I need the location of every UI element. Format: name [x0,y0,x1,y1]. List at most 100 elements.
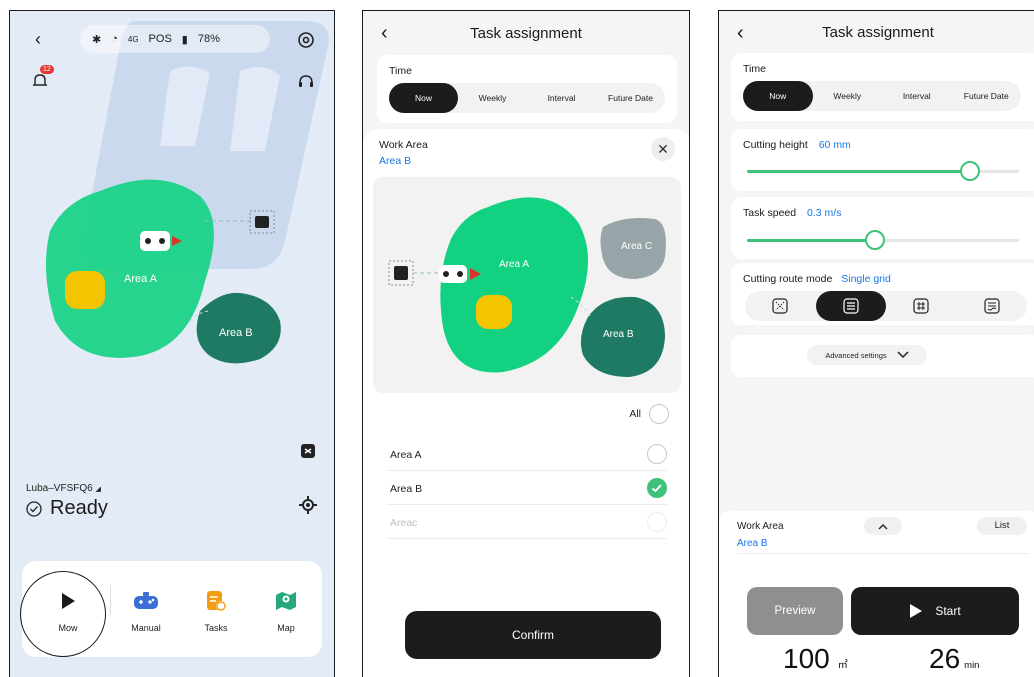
area-row-c[interactable]: Areac [387,505,667,539]
area-row-a[interactable]: Area A [387,437,667,471]
time-option-interval[interactable]: Interval [882,81,952,111]
preview-button[interactable]: Preview [747,587,843,635]
time-unit: min [964,660,980,671]
area-map[interactable]: Area A Area C Area B [373,177,681,393]
battery-level: 78% [197,33,220,45]
time-option-interval[interactable]: Interval [527,83,596,113]
cutting-height-slider-handle[interactable] [960,161,981,181]
pos-indicator: POS [148,33,172,45]
tab-map[interactable]: Map [256,587,316,633]
time-option-future-date[interactable]: Future Date [952,81,1022,111]
time-value: 26 [929,643,961,674]
map-label-area-c: Area C [621,241,653,252]
time-option-now[interactable]: Now [743,81,813,111]
cutting-height-fill [747,170,971,173]
cutting-height-value: 60 mm [818,139,851,151]
tab-tasks[interactable]: Tasks [186,587,246,633]
time-label: Time [389,65,412,77]
single-grid-icon[interactable] [815,291,886,321]
random-pattern-icon[interactable] [745,291,816,321]
work-area-label: Work Area [379,139,428,151]
check-circle-icon [26,500,42,517]
play-icon [910,604,923,618]
route-mode-selector [745,291,1027,321]
time-option-weekly[interactable]: Weekly [458,83,527,113]
network-signal: 4G [127,34,139,44]
time-selector: Now Weekly Interval Future Date [743,81,1021,111]
status-bar: ✱ ◔ 4G POS ▮ 78% [80,25,270,53]
support-headset-icon[interactable] [295,71,317,93]
time-option-weekly[interactable]: Weekly [813,81,883,111]
task-speed-value: 0.3 m/s [807,207,842,219]
locate-icon[interactable] [296,493,320,517]
notification-badge: 12 [40,65,54,74]
time-selector: Now Weekly Interval Future Date [389,83,665,113]
dropdown-caret-icon: ◢ [95,486,101,493]
header: ‹ Task assignment [719,11,1034,53]
area-unit: ㎡ [837,660,848,671]
select-all-row[interactable]: All [629,403,669,425]
route-mode-value: Single grid [841,273,891,285]
list-button[interactable]: List [977,517,1027,535]
task-speed-card: Task speed 0.3 m/s [731,197,1034,259]
map-label-area-a: Area A [124,273,158,285]
gamepad-icon [134,592,158,609]
area-row-label: Areac [390,517,418,529]
settings-icon[interactable] [295,29,317,51]
wifi-icon: ◔ [111,33,118,45]
page-title: Task assignment [822,23,934,41]
header: ‹ Task assignment [363,11,689,55]
cutting-height-label: Cutting height 60 mm [743,139,851,151]
map-label-area-a: Area A [499,259,530,270]
double-grid-icon[interactable] [886,291,957,321]
expand-button[interactable] [864,517,902,535]
back-icon[interactable]: ‹ [28,29,48,49]
task-speed-fill [747,239,875,242]
map-icon [276,592,296,610]
cutting-height-card: Cutting height 60 mm [731,129,1034,191]
select-all-checkbox[interactable] [649,404,669,424]
notification-bell-icon[interactable]: 12 [28,65,54,93]
close-icon[interactable]: ✕ [651,137,675,161]
area-row-label: Area A [390,449,422,461]
tasks-icon [207,591,226,611]
start-button[interactable]: Start [851,587,1019,635]
task-assignment-settings-screen: ‹ Task assignment Time Now Weekly Interv… [718,10,1034,677]
area-row-label: Area B [390,483,423,495]
area-b-checkbox[interactable] [647,478,667,498]
select-all-label: All [629,408,641,420]
advanced-settings-button[interactable]: Advanced settings [807,345,927,365]
battery-icon: ▮ [181,33,188,46]
back-icon[interactable]: ‹ [381,22,388,45]
time-option-future-date[interactable]: Future Date [596,83,665,113]
confirm-button[interactable]: Confirm [405,611,661,659]
area-value: 100 [783,643,830,674]
time-option-now[interactable]: Now [389,83,458,113]
lawn-map[interactable] [40,171,300,371]
work-area-value: Area B [737,538,768,549]
home-screen: ‹ ✱ ◔ 4G POS ▮ 78% 12 Area A Area B Luba… [9,10,335,677]
work-area-value: Area B [379,155,412,167]
checkmark-icon [651,484,662,493]
divider [737,553,1029,554]
map-label-area-b: Area B [219,327,253,339]
tab-manual[interactable]: Manual [116,587,176,633]
zigzag-pattern-icon[interactable] [957,291,1028,321]
time-card: Time Now Weekly Interval Future Date [731,53,1034,121]
area-sheet: Work Area Area B ✕ Area A Area C Area B [363,129,689,677]
device-name[interactable]: Luba–VFSFQ6 ◢ [26,483,101,494]
back-icon[interactable]: ‹ [737,22,744,45]
area-a-checkbox[interactable] [647,444,667,464]
area-c-checkbox[interactable] [647,512,667,532]
advanced-settings-card: Advanced settings [731,335,1034,377]
map-label-area-b: Area B [603,329,634,340]
chevron-down-icon [897,351,909,359]
chevron-up-icon [878,523,888,529]
route-mode-card: Cutting route mode Single grid [731,263,1034,325]
device-status: Ready [26,497,108,520]
area-row-b[interactable]: Area B [387,471,667,505]
page-title: Task assignment [470,24,582,42]
route-mode-label: Cutting route mode Single grid [743,273,891,285]
map-pin-icon[interactable] [298,441,318,461]
task-speed-slider-handle[interactable] [864,230,885,250]
